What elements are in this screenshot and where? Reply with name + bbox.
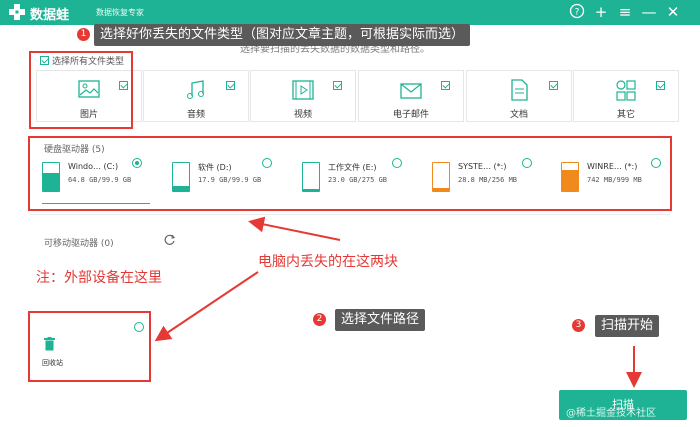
arrow-to-drives <box>248 216 341 241</box>
drives-annotation: 电脑内丢失的在这两块 <box>258 254 398 270</box>
checkbox-icon <box>656 81 665 90</box>
app-name: 数据蛙 <box>30 8 70 23</box>
file-type-label: 音频 <box>186 110 205 120</box>
app-logo-icon <box>9 4 25 20</box>
external-annotation: 注：外部设备在这里 <box>36 270 162 286</box>
add-button[interactable]: + <box>592 3 610 21</box>
checkbox-icon <box>441 81 450 90</box>
step-3-banner: 扫描开始 <box>595 315 660 337</box>
music-icon <box>187 80 204 99</box>
email-icon <box>400 83 422 99</box>
refresh-icon[interactable] <box>163 233 176 246</box>
arrow-to-recycle <box>154 271 259 342</box>
file-type-email[interactable]: 电子邮件 <box>358 70 464 122</box>
highlight-recycle-bin <box>28 311 151 382</box>
file-type-document[interactable]: 文档 <box>466 70 572 122</box>
step-2-banner: 选择文件路径 <box>335 309 426 331</box>
step-3-badge: 3 <box>572 319 585 332</box>
checkbox-icon <box>333 81 342 90</box>
checkbox-icon <box>226 81 235 90</box>
step-2-badge: 2 <box>313 313 326 326</box>
svg-text:?: ? <box>575 8 580 18</box>
video-icon <box>292 80 314 100</box>
help-button[interactable]: ? <box>568 3 586 21</box>
other-icon <box>616 80 636 101</box>
app-subtitle: 数据恢复专家 <box>96 8 144 17</box>
help-icon: ? <box>569 3 585 19</box>
section-divider <box>30 214 670 215</box>
watermark: @稀土掘金技术社区 <box>566 408 656 419</box>
highlight-image-type <box>29 51 133 129</box>
menu-button[interactable]: ≡ <box>616 3 634 21</box>
document-icon <box>511 79 528 101</box>
highlight-drives <box>28 136 672 211</box>
file-type-other[interactable]: 其它 <box>573 70 679 122</box>
close-button[interactable]: ✕ <box>664 3 682 21</box>
removable-drives-label: 可移动驱动器 (0) <box>44 239 114 249</box>
file-type-video[interactable]: 视频 <box>250 70 356 122</box>
file-type-label: 电子邮件 <box>392 110 429 120</box>
step-1-banner: 选择好你丢失的文件类型（图对应文章主题，可根据实际而选） <box>94 24 471 46</box>
title-bar: 数据蛙 数据恢复专家 ? + ≡ — ✕ <box>0 0 700 25</box>
file-type-audio[interactable]: 音频 <box>143 70 249 122</box>
file-type-label: 文档 <box>509 110 528 120</box>
file-type-label: 视频 <box>293 110 312 120</box>
checkbox-icon <box>549 81 558 90</box>
app-window: 数据蛙 数据恢复专家 ? + ≡ — ✕ 选择要扫描的丢失数据的数据类型和路径。… <box>0 0 700 427</box>
step-1-badge: 1 <box>77 28 90 41</box>
minimize-button[interactable]: — <box>640 3 658 21</box>
file-type-label: 其它 <box>616 110 635 120</box>
